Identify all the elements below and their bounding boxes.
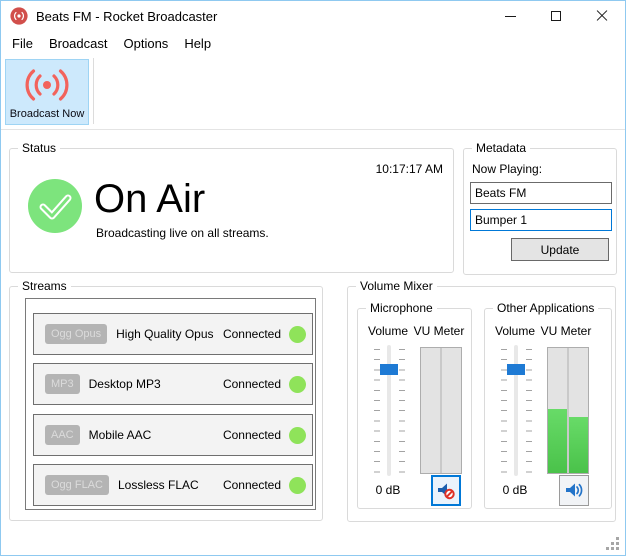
metadata-group: Metadata Now Playing: Update [463,148,617,275]
volume-mixer-group: Volume Mixer Microphone Volume VU Meter … [347,286,616,522]
title-bar: Beats FM - Rocket Broadcaster [1,1,625,31]
stream-row-opus[interactable]: Ogg Opus High Quality Opus Connected [33,313,313,355]
window-controls [487,1,625,31]
mic-vu-meter [420,347,462,474]
check-circle-icon [28,179,82,233]
apps-vu-meter [547,347,589,474]
mic-volume-slider-thumb[interactable] [380,364,398,375]
maximize-icon [551,11,561,21]
format-badge: Ogg Opus [45,324,107,344]
status-group: Status 10:17:17 AM On Air Broadcasting l… [9,148,454,273]
clock: 10:17:17 AM [376,162,443,176]
stream-name: Mobile AAC [89,428,152,442]
vu-bar-right [442,348,461,473]
metadata-group-label: Metadata [472,141,530,156]
connected-dot-icon [289,376,306,393]
minimize-icon [505,16,516,17]
format-badge: Ogg FLAC [45,475,109,495]
vu-bar-left [421,348,440,473]
apps-volume-slider-thumb[interactable] [507,364,525,375]
speaker-loud-icon [564,481,584,500]
close-icon [596,10,608,22]
station-name-input[interactable] [470,182,612,204]
connected-dot-icon [289,427,306,444]
broadcast-now-button[interactable]: Broadcast Now [5,59,89,125]
connected-dot-icon [289,326,306,343]
vu-meter-column-label: VU Meter [535,324,597,338]
stream-row-aac[interactable]: AAC Mobile AAC Connected [33,414,313,456]
toolbar-separator [93,58,94,124]
resize-grip-icon[interactable] [616,547,619,550]
stream-status: Connected [223,377,281,391]
stream-name: High Quality Opus [116,327,213,341]
connected-dot-icon [289,477,306,494]
vu-fill [569,417,588,473]
toolbar-divider [1,129,625,130]
update-button[interactable]: Update [511,238,609,261]
mic-mute-button[interactable] [431,475,461,506]
menu-item-options[interactable]: Options [116,32,177,55]
close-button[interactable] [579,1,625,31]
streams-group: Streams Ogg Opus High Quality Opus Conne… [9,286,323,521]
volume-mixer-group-label: Volume Mixer [356,279,437,294]
stream-name: Desktop MP3 [89,377,161,391]
menu-bar: File Broadcast Options Help [1,31,625,56]
status-subtitle: Broadcasting live on all streams. [96,226,269,240]
maximize-button[interactable] [533,1,579,31]
minimize-button[interactable] [487,1,533,31]
slider-ticks [526,349,532,473]
menu-item-broadcast[interactable]: Broadcast [41,32,116,55]
speaker-muted-icon [436,481,456,500]
broadcast-waves-icon [23,68,71,102]
microphone-group-label: Microphone [366,301,437,316]
stream-row-flac[interactable]: Ogg FLAC Lossless FLAC Connected [33,464,313,506]
apps-volume-button[interactable] [559,475,589,506]
stream-status: Connected [223,327,281,341]
stream-status: Connected [223,428,281,442]
streams-group-label: Streams [18,279,71,294]
track-name-input[interactable] [470,209,612,231]
menu-item-help[interactable]: Help [176,32,219,55]
app-window: Beats FM - Rocket Broadcaster File Broad… [0,0,626,556]
window-title: Beats FM - Rocket Broadcaster [36,9,217,24]
other-apps-channel-group: Other Applications Volume VU Meter 0 dB [484,308,612,509]
stream-status: Connected [223,478,281,492]
vu-bar-left [548,348,567,473]
vu-meter-column-label: VU Meter [408,324,470,338]
slider-ticks [399,349,405,473]
apps-db-label: 0 dB [485,483,545,497]
other-apps-group-label: Other Applications [493,301,598,316]
stream-row-mp3[interactable]: MP3 Desktop MP3 Connected [33,363,313,405]
vu-fill [548,409,567,473]
now-playing-label: Now Playing: [472,162,542,176]
format-badge: MP3 [45,374,80,394]
on-air-headline: On Air [94,178,205,220]
stream-list: Ogg Opus High Quality Opus Connected MP3… [25,298,316,510]
stream-name: Lossless FLAC [118,478,199,492]
vu-bar-right [569,348,588,473]
toolbar: Broadcast Now [1,56,625,129]
menu-item-file[interactable]: File [4,32,41,55]
broadcast-now-label: Broadcast Now [10,108,85,120]
mic-db-label: 0 dB [358,483,418,497]
format-badge: AAC [45,425,80,445]
status-group-label: Status [18,141,60,156]
microphone-channel-group: Microphone Volume VU Meter 0 dB [357,308,472,509]
app-icon [10,7,28,25]
